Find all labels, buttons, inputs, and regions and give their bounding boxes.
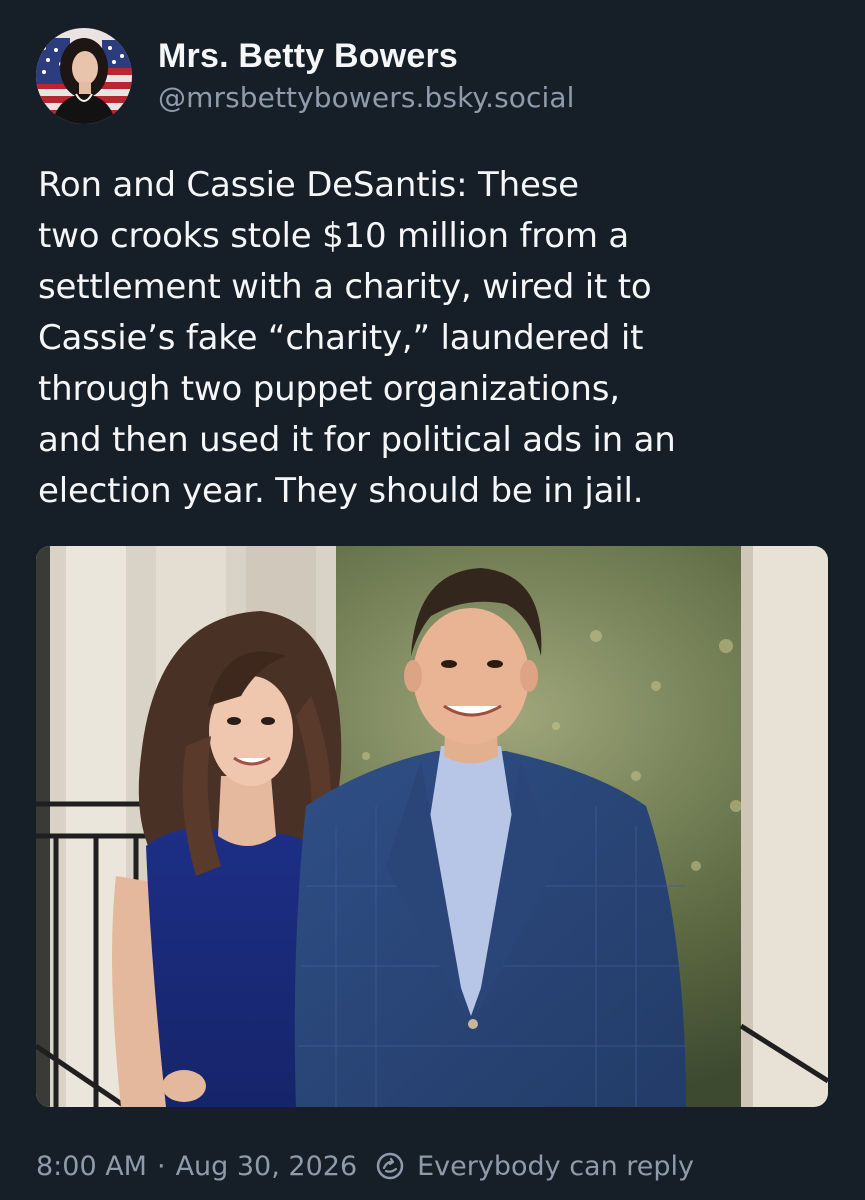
reply-permission-icon — [375, 1151, 405, 1181]
post-text-line: Ron and Cassie DeSantis: These — [38, 165, 579, 205]
author-display-name[interactable]: Mrs. Betty Bowers — [158, 34, 575, 78]
post-image[interactable] — [36, 546, 828, 1107]
author-info: Mrs. Betty Bowers @mrsbettybowers.bsky.s… — [158, 34, 575, 118]
post-text-line: settlement with a charity, wired it to — [38, 267, 652, 307]
avatar[interactable] — [36, 28, 132, 124]
footer-separator: · — [156, 1150, 166, 1182]
avatar-portrait-icon — [36, 28, 132, 124]
post-text-line: election year. They should be in jail. — [38, 471, 644, 511]
post-text-line: two crooks stole $10 million from a — [38, 216, 630, 256]
post-header: Mrs. Betty Bowers @mrsbettybowers.bsky.s… — [36, 26, 575, 126]
post-text-line: and then used it for political ads in an — [38, 420, 676, 460]
author-handle[interactable]: @mrsbettybowers.bsky.social — [158, 78, 575, 118]
post-card: Mrs. Betty Bowers @mrsbettybowers.bsky.s… — [0, 0, 865, 1200]
post-date[interactable]: Aug 30, 2026 — [176, 1151, 358, 1182]
post-footer: 8:00 AM · Aug 30, 2026 Everybody can rep… — [36, 1144, 694, 1188]
post-time[interactable]: 8:00 AM — [36, 1151, 147, 1182]
post-text-line: Cassie’s fake “charity,” laundered it — [38, 318, 644, 358]
reply-setting-label[interactable]: Everybody can reply — [417, 1151, 694, 1182]
post-text-line: through two puppet organizations, — [38, 369, 620, 409]
couple-photo-icon — [36, 546, 828, 1107]
post-text: Ron and Cassie DeSantis: These two crook… — [38, 160, 838, 517]
